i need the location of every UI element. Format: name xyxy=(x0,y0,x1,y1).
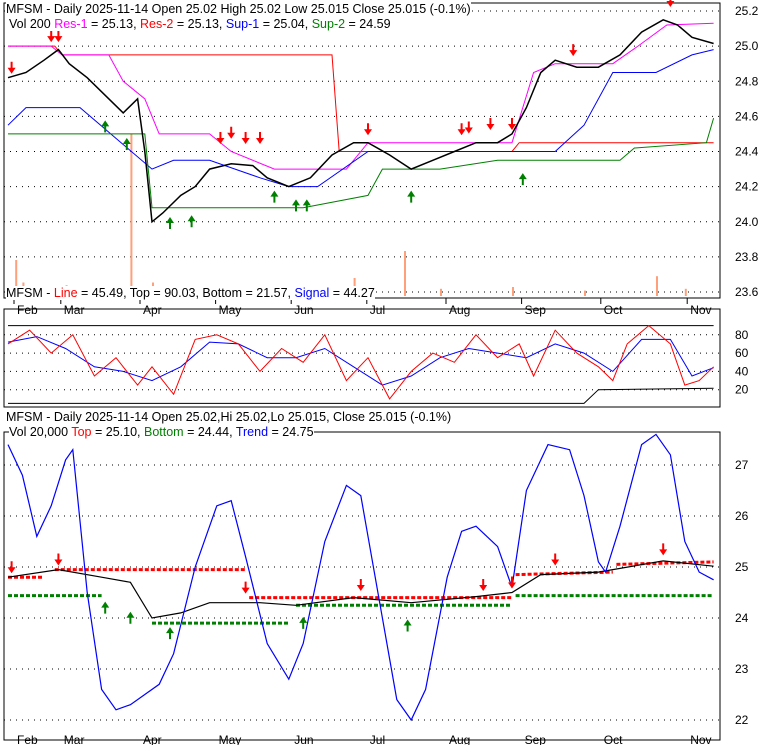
price-buy-arrow xyxy=(122,137,131,150)
trend-axis-tick: 22 xyxy=(735,713,749,727)
price-sell-arrow xyxy=(464,121,473,134)
month-label-bottom: May xyxy=(219,733,242,745)
trend-axis-tick: 24 xyxy=(735,611,749,625)
mfi-axis-tick: 20 xyxy=(735,383,749,397)
price-sell-arrow xyxy=(364,123,372,136)
price-axis-tick: 24.6 xyxy=(735,109,759,123)
trend-buy-arrow xyxy=(166,627,174,640)
price-axis-tick: 24.4 xyxy=(735,145,759,159)
price-panel-legend: Vol 200 Res-1 = 25.13, Res-2 = 25.13, Su… xyxy=(9,17,391,31)
trend-line xyxy=(7,433,714,722)
trend-sell-arrow xyxy=(479,579,488,592)
mfi-panel-frame xyxy=(3,308,721,408)
month-label: Oct xyxy=(604,303,623,317)
price-sell-arrow xyxy=(54,30,63,43)
price-axis-tick: 25.0 xyxy=(735,39,759,53)
volume-bar xyxy=(130,134,133,296)
month-label: May xyxy=(219,303,242,317)
chart-canvas: 25.2 25.0 24.8 24.6 24.4 24.2 24.0 23.8 23.6 Feb M… xyxy=(3,0,759,745)
sup1-line xyxy=(7,49,714,188)
trend-sell-arrow xyxy=(241,581,250,594)
sup2-line xyxy=(8,117,715,209)
price-buy-arrow xyxy=(101,120,110,133)
mfi-axis-tick: 80 xyxy=(735,328,749,342)
mfi-bottom-line xyxy=(8,387,714,404)
month-label-bottom: Oct xyxy=(604,733,623,745)
month-label: Aug xyxy=(449,303,470,317)
month-label-bottom: Feb xyxy=(17,733,38,745)
price-sell-arrow xyxy=(7,61,16,74)
price-sell-arrow xyxy=(569,44,578,57)
price-buy-arrow xyxy=(270,190,279,203)
res1-line xyxy=(8,22,714,170)
mfi-signal-line xyxy=(7,336,714,386)
month-label: Feb xyxy=(17,303,38,317)
trend-axis-tick: 25 xyxy=(735,560,749,574)
month-label: Jul xyxy=(370,303,385,317)
price-axis-tick: 24.2 xyxy=(735,180,759,194)
trend-sell-arrow xyxy=(54,553,63,566)
month-label: Apr xyxy=(143,303,162,317)
volume-bar xyxy=(656,276,658,296)
trend-buy-arrow xyxy=(126,611,135,624)
price-sell-arrow xyxy=(256,131,264,144)
price-axis-tick: 24.0 xyxy=(735,215,759,229)
trend-sell-arrow xyxy=(659,543,668,556)
price-sell-arrow xyxy=(457,123,466,136)
stock-chart: 25.2 25.0 24.8 24.6 24.4 24.2 24.0 23.8 23.6 Feb M… xyxy=(0,0,780,745)
mfi-panel-legend: MFSM - Line = 45.49, Top = 90.03, Bottom… xyxy=(6,286,375,300)
trend-axis-tick: 23 xyxy=(735,662,749,676)
volume-bar xyxy=(684,288,687,296)
price-buy-arrow xyxy=(407,190,416,203)
month-label: Nov xyxy=(690,303,711,317)
price-line xyxy=(7,18,714,224)
volume-bar xyxy=(512,287,514,296)
price-buy-arrow xyxy=(187,215,196,228)
price-axis-tick: 23.8 xyxy=(735,250,759,264)
price-axis-tick: 25.2 xyxy=(735,4,759,18)
price-buy-arrow xyxy=(166,216,174,229)
volume-bar xyxy=(404,251,406,296)
trend-buy-arrow xyxy=(101,601,110,614)
month-label-bottom: Mar xyxy=(64,733,85,745)
trend-axis-tick: 26 xyxy=(735,509,749,523)
month-label-bottom: Sep xyxy=(525,733,547,745)
month-label-bottom: Apr xyxy=(143,733,162,745)
mfi-line xyxy=(7,324,714,400)
mfi-axis-tick: 40 xyxy=(735,364,749,378)
price-sell-arrow xyxy=(241,131,250,144)
price-sell-arrow xyxy=(486,117,495,130)
trend-sell-arrow xyxy=(7,561,16,574)
price-sell-arrow xyxy=(47,30,56,43)
month-label: Sep xyxy=(525,303,547,317)
price-panel-title: MFSM - Daily 2025-11-14 Open 25.02 High … xyxy=(6,2,471,16)
price-sell-arrow xyxy=(216,131,225,144)
trend-sell-arrow xyxy=(356,579,365,592)
month-label-bottom: Jun xyxy=(294,733,313,745)
trend-panel-legend: Vol 20,000 Top = 25.10, Bottom = 24.44, … xyxy=(9,425,314,439)
trend-buy-arrow xyxy=(403,619,412,632)
month-label-bottom: Jul xyxy=(370,733,385,745)
mfi-axis-tick: 60 xyxy=(735,346,749,360)
month-label-bottom: Aug xyxy=(449,733,470,745)
price-buy-arrow xyxy=(518,173,527,186)
trend-axis-tick: 27 xyxy=(735,458,749,472)
trend-buy-arrow xyxy=(299,616,308,629)
month-label: Mar xyxy=(64,303,85,317)
trend-panel-title: MFSM - Daily 2025-11-14 Open 25.02,Hi 25… xyxy=(6,410,452,424)
volume-bar xyxy=(584,290,586,296)
price-sell-arrow xyxy=(227,126,236,139)
price-axis-tick: 23.6 xyxy=(735,285,759,299)
price-axis-tick: 24.8 xyxy=(735,74,759,88)
top-segment xyxy=(616,560,714,566)
price-buy-arrow xyxy=(292,199,300,212)
volume-bar xyxy=(440,288,442,296)
month-label-bottom: Nov xyxy=(690,733,711,745)
month-label: Jun xyxy=(294,303,313,317)
trend-sell-arrow xyxy=(551,553,560,566)
price-buy-arrow xyxy=(302,199,311,212)
